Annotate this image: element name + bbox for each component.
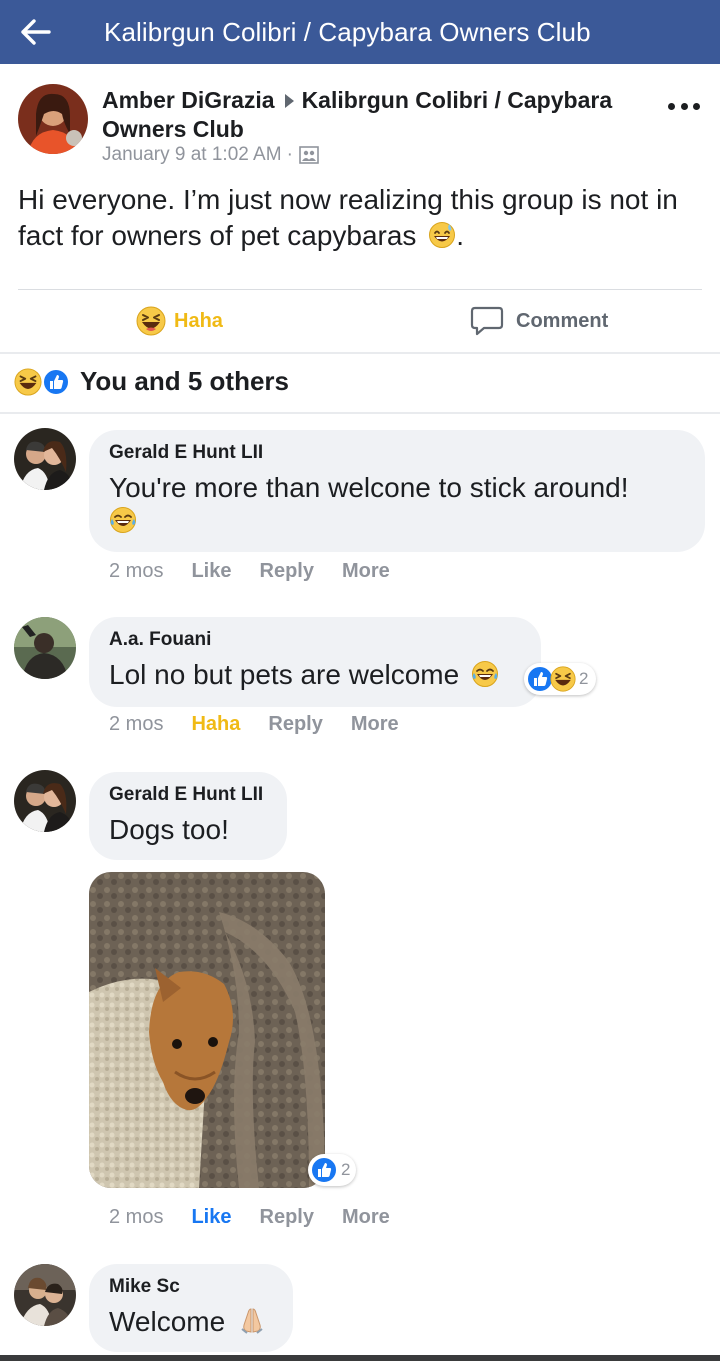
- reply-button[interactable]: Reply: [268, 713, 322, 736]
- comment-text: Welcome: [109, 1304, 273, 1340]
- post-text: Hi everyone. I’m just now realizing this…: [18, 184, 678, 251]
- commenter-name[interactable]: Mike Sc: [109, 1276, 273, 1298]
- haha-emoji-icon: [14, 367, 42, 396]
- comment-text: Lol no but pets are welcome: [109, 657, 521, 693]
- comment-reaction-pill[interactable]: 2: [524, 663, 597, 695]
- comment-text: Dogs too!: [109, 814, 229, 845]
- comment-meta: 2 mos Like Reply More: [109, 1206, 418, 1229]
- comment-label: Comment: [516, 309, 609, 332]
- like-button[interactable]: Like: [191, 1206, 231, 1229]
- like-thumb-icon: [42, 367, 70, 396]
- reply-button[interactable]: Reply: [260, 1206, 314, 1229]
- haha-emoji-icon: [136, 306, 166, 336]
- comment-bubble[interactable]: A.a. Fouani Lol no but pets are welcome: [89, 617, 541, 707]
- comment-photo[interactable]: [89, 872, 325, 1188]
- haha-emoji-icon: [550, 666, 576, 692]
- commenter-name[interactable]: A.a. Fouani: [109, 629, 521, 651]
- post-action-bar: Haha Comment: [0, 290, 720, 352]
- comment-button[interactable]: Comment: [470, 305, 608, 337]
- commenter-avatar[interactable]: [14, 428, 76, 490]
- like-thumb-icon: [310, 1156, 338, 1184]
- author-avatar[interactable]: [18, 84, 88, 154]
- comment-reaction-pill[interactable]: 2: [308, 1154, 357, 1186]
- group-privacy-icon: [299, 146, 319, 164]
- post-body: Hi everyone. I’m just now realizing this…: [18, 182, 708, 254]
- commenter-avatar[interactable]: [14, 617, 76, 679]
- comment-time[interactable]: 2 mos: [109, 560, 163, 583]
- post-header: Amber DiGrazia Kalibrgun Colibri / Capyba…: [0, 68, 720, 168]
- back-button[interactable]: [0, 0, 72, 64]
- comment-time[interactable]: 2 mos: [109, 1206, 163, 1229]
- folded-hands-emoji-icon: [241, 1308, 263, 1334]
- like-button[interactable]: Like: [191, 560, 231, 583]
- comment-meta: 2 mos Like Reply More: [109, 560, 418, 583]
- more-button[interactable]: More: [342, 1206, 390, 1229]
- haha-label: Haha: [174, 309, 223, 332]
- page-title: Kalibrgun Colibri / Capybara Owners Club: [104, 16, 591, 47]
- timestamp-text[interactable]: January 9 at 1:02 AM: [102, 144, 282, 166]
- author-name[interactable]: Amber DiGrazia: [102, 87, 275, 113]
- comment-time[interactable]: 2 mos: [109, 713, 163, 736]
- reaction-icons: [14, 367, 72, 397]
- comment-meta: 2 mos Haha Reply More: [109, 713, 427, 736]
- commenter-avatar[interactable]: [14, 770, 76, 832]
- divider: [0, 412, 720, 414]
- reaction-count: 2: [341, 1160, 351, 1179]
- top-bar: Kalibrgun Colibri / Capybara Owners Club: [0, 0, 720, 64]
- separator: ·: [286, 144, 293, 165]
- divider: [0, 352, 720, 354]
- comment-bubble[interactable]: Gerald E Hunt LII You're more than welco…: [89, 430, 705, 552]
- commenter-name[interactable]: Gerald E Hunt LII: [109, 784, 267, 806]
- commenter-name[interactable]: Gerald E Hunt LII: [109, 442, 685, 464]
- comment-bubble-icon: [470, 306, 504, 336]
- more-dots-icon[interactable]: [664, 96, 704, 116]
- comment-bubble[interactable]: Gerald E Hunt LII Dogs too!: [89, 772, 287, 860]
- bottom-edge: [0, 1355, 720, 1361]
- arrow-left-icon: [21, 19, 51, 45]
- post-timestamp: January 9 at 1:02 AM ·: [102, 144, 319, 166]
- grinning-sweat-emoji-icon: [429, 222, 456, 248]
- comment-text: You're more than welcone to stick around…: [109, 470, 685, 543]
- tears-of-joy-emoji-icon: [110, 507, 136, 533]
- haha-reacted-button[interactable]: Haha: [191, 713, 240, 736]
- more-button[interactable]: More: [342, 560, 390, 583]
- post-text-end: .: [456, 220, 464, 251]
- post-author-line: Amber DiGrazia Kalibrgun Colibri / Capyba…: [102, 86, 642, 144]
- tears-of-joy-emoji-icon: [472, 661, 498, 687]
- reply-button[interactable]: Reply: [260, 560, 314, 583]
- commenter-avatar[interactable]: [14, 1264, 76, 1326]
- reaction-count-text: You and 5 others: [80, 366, 289, 396]
- comment-bubble[interactable]: Mike Sc Welcome: [89, 1264, 293, 1352]
- haha-reaction-button[interactable]: Haha: [136, 306, 223, 336]
- reaction-count: 2: [579, 669, 589, 688]
- reaction-summary[interactable]: You and 5 others: [14, 366, 289, 397]
- triangle-right-icon: [284, 93, 294, 108]
- dog-photo: [89, 872, 325, 1188]
- more-button[interactable]: More: [351, 713, 399, 736]
